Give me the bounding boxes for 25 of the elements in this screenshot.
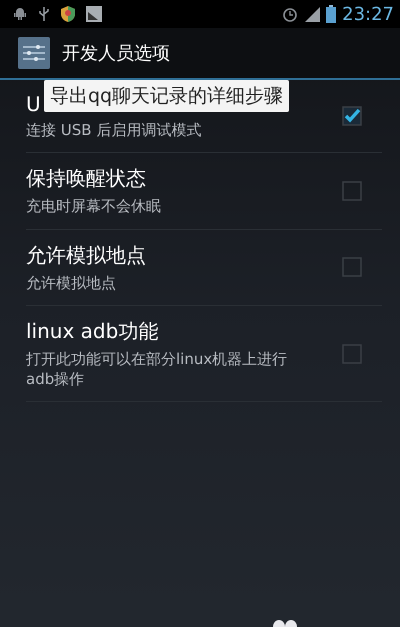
clock-time: 23:27 [342, 4, 394, 24]
setting-summary: 允许模拟地点 [26, 272, 116, 293]
signal-icon [304, 6, 320, 22]
setting-title: 保持唤醒状态 [26, 165, 146, 192]
checkbox[interactable] [342, 180, 362, 201]
checkbox[interactable] [342, 106, 362, 126]
shield-icon [60, 5, 76, 23]
setting-title: 允许模拟地点 [26, 242, 146, 268]
setting-summary: 打开此功能可以在部分linux机器上进行adb操作 [26, 348, 288, 390]
setting-title: U [26, 92, 41, 116]
battery-icon [326, 5, 336, 23]
setting-summary: 充电时屏幕不会休眠 [26, 196, 161, 216]
alarm-icon [282, 6, 298, 22]
settings-item[interactable]: 允许模拟地点 允许模拟地点 [26, 230, 382, 306]
settings-sliders-icon[interactable] [18, 37, 50, 69]
checkbox[interactable] [342, 257, 362, 278]
image-icon [86, 6, 102, 22]
usb-icon [38, 6, 50, 22]
checkbox[interactable] [342, 344, 362, 364]
setting-title: linux adb功能 [26, 318, 158, 345]
settings-item[interactable]: linux adb功能 打开此功能可以在部分linux机器上进行adb操作 [26, 306, 382, 402]
settings-item[interactable]: 保持唤醒状态 充电时屏幕不会休眠 [26, 153, 382, 230]
setting-summary: 连接 USB 后启用调试模式 [26, 120, 202, 140]
screen-title: 开发人员选项 [62, 42, 170, 65]
tooltip: 导出qq聊天记录的详细步骤 [44, 80, 290, 112]
